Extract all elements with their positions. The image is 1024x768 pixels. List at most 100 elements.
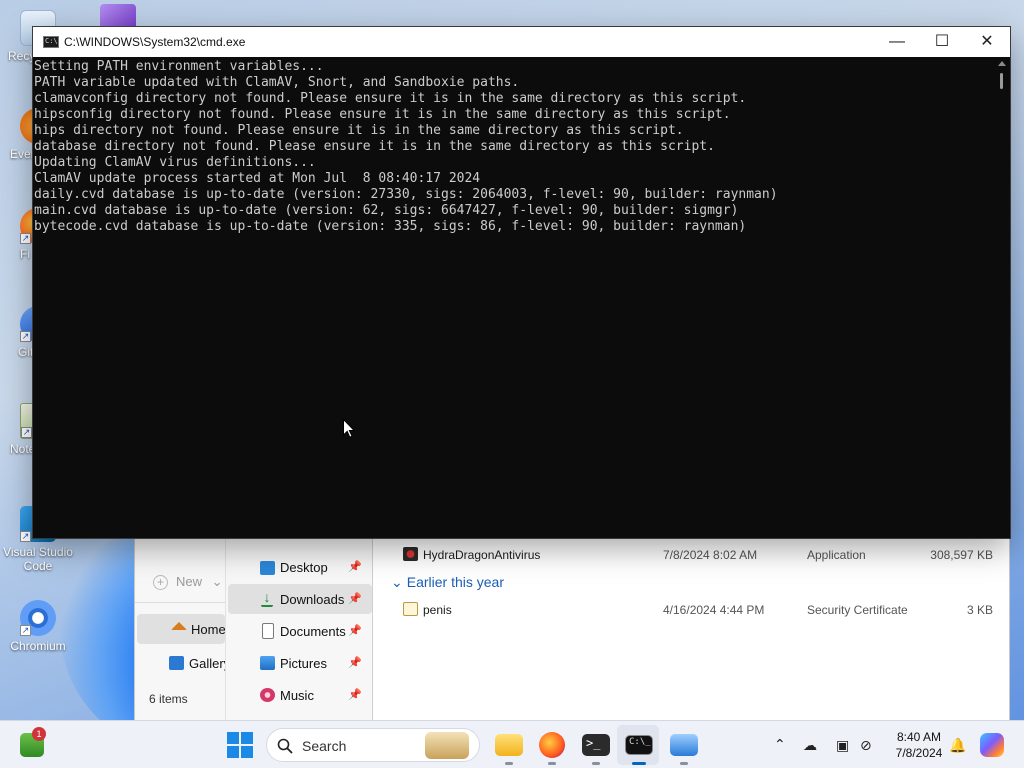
start-button[interactable] [227,732,253,758]
shortcut-arrow-icon: ↗ [20,625,31,636]
pin-icon[interactable]: 📌 [348,656,362,669]
clock-time: 8:40 AM [896,730,942,744]
pin-icon[interactable]: 📌 [348,688,362,701]
hydradragon-app-icon [403,547,418,561]
search-icon [277,738,293,754]
shortcut-arrow-icon: ↗ [20,331,31,342]
pin-icon[interactable]: 📌 [348,560,362,573]
running-indicator [505,762,513,765]
minimize-button[interactable]: — [874,27,920,57]
nav-item-downloads[interactable]: ↓ Downloads 📌 [228,584,372,614]
file-date: 4/16/2024 4:44 PM [663,603,765,617]
network-offline-icon[interactable]: ⊘ [860,737,872,754]
file-row[interactable]: penis 4/16/2024 4:44 PM Security Certifi… [373,597,1009,623]
notification-badge: 1 [32,727,46,741]
windows-logo-icon [227,732,253,758]
search-highlight-icon [425,732,469,759]
nav-item-label: Downloads [280,592,345,607]
console-line: Setting PATH environment variables... [34,59,324,74]
close-button[interactable]: ✕ [964,27,1010,57]
taskbar-cmd[interactable]: C:\_ [625,735,653,755]
taskbar-firefox[interactable] [539,732,565,758]
nav-item-label: Desktop [280,560,328,575]
new-button-label: New [176,574,203,589]
window-title: C:\WINDOWS\System32\cmd.exe [64,35,246,49]
clock[interactable]: 8:40 AM 7/8/2024 [886,730,952,760]
explorer-command-pane: + New ⌄ Home Gallery 6 items [135,538,230,721]
file-list: HydraDragonAntivirus 7/8/2024 8:02 AM Ap… [373,538,1009,721]
nav-item-home[interactable]: Home [137,614,226,644]
item-count: 6 items [149,692,188,706]
file-type: Security Certificate [807,603,908,617]
pin-icon[interactable]: 📌 [348,624,362,637]
cmd-window[interactable]: C:\ C:\WINDOWS\System32\cmd.exe — ☐ ✕ Se… [33,27,1010,538]
taskbar-search[interactable]: Search [266,728,480,762]
quick-access-pane: Desktop 📌 ↓ Downloads 📌 Documents 📌 Pict… [225,538,373,721]
document-icon [262,623,274,639]
console-line: hipsconfig directory not found. Please e… [34,107,731,122]
search-label: Search [302,738,347,754]
running-indicator [680,762,688,765]
mouse-cursor-icon [343,419,355,438]
running-indicator-active [632,762,646,765]
nav-item-label: Pictures [280,656,327,671]
console-line: ClamAV update process started at Mon Jul… [34,171,481,186]
tray-overflow-chevron-icon[interactable]: ⌃ [774,736,786,753]
console-line: main.cvd database is up-to-date (version… [34,203,739,218]
desktop-icon-label: Chromium [10,639,66,653]
file-explorer-window[interactable]: + New ⌄ Home Gallery 6 items Desktop 📌 ↓ … [134,537,1010,721]
console-line: database directory not found. Please ens… [34,139,715,154]
shortcut-arrow-icon: ↗ [21,427,32,438]
console-line: daily.cvd database is up-to-date (versio… [34,187,778,202]
pin-icon[interactable]: 📌 [348,592,362,605]
clock-date: 7/8/2024 [895,746,943,760]
nav-item-gallery[interactable]: Gallery [137,648,230,678]
notification-bell-icon[interactable]: 🔔 [949,737,966,754]
console-line: Updating ClamAV virus definitions... [34,155,316,170]
cmd-icon: C:\ [43,36,59,48]
nav-item-label: Home [191,622,226,637]
cloud-offline-icon[interactable]: ☁ [803,737,817,754]
taskbar-file-explorer[interactable] [495,734,523,756]
certificate-icon [403,602,418,616]
file-size: 3 KB [966,603,993,617]
divider [135,602,225,603]
file-name: HydraDragonAntivirus [423,548,541,562]
group-header[interactable]: ⌄ Earlier this year [391,574,504,591]
maximize-button[interactable]: ☐ [919,27,965,57]
music-icon [260,688,275,702]
shortcut-arrow-icon: ↗ [20,233,31,244]
nav-item-desktop[interactable]: Desktop 📌 [228,552,372,582]
nav-item-label: Documents [280,624,346,639]
file-size: 308,597 KB [930,548,993,562]
pictures-icon [260,656,275,670]
cmd-title-bar[interactable]: C:\ C:\WINDOWS\System32\cmd.exe — ☐ ✕ [33,27,1010,57]
scroll-up-arrow-icon[interactable] [998,61,1006,66]
file-row[interactable]: HydraDragonAntivirus 7/8/2024 8:02 AM Ap… [373,542,1009,568]
desktop-folder-icon [260,561,275,575]
taskbar-task-manager[interactable] [670,734,698,756]
file-type: Application [807,548,866,562]
desktop-icon-chromium[interactable]: ↗ Chromium [2,600,74,653]
console-line: hips directory not found. Please ensure … [34,123,684,138]
new-button[interactable]: + New ⌄ [153,574,223,590]
copilot-icon[interactable] [980,733,1004,757]
terminal-prompt-icon: >_ [586,736,601,750]
group-header-label: Earlier this year [406,574,504,590]
chevron-down-icon: ⌄ [391,574,403,590]
taskbar-terminal[interactable]: >_ [582,734,610,756]
console-output[interactable]: Setting PATH environment variables... PAT… [34,57,995,537]
nav-item-label: Music [280,688,314,703]
console-line: bytecode.cvd database is up-to-date (ver… [34,219,747,234]
nav-item-documents[interactable]: Documents 📌 [228,616,372,646]
file-name: penis [423,603,452,617]
nav-item-pictures[interactable]: Pictures 📌 [228,648,372,678]
scrollbar-thumb[interactable] [1000,73,1003,89]
desktop-icon-label: Visual Studio Code [3,545,73,573]
nav-item-music[interactable]: Music 📌 [228,680,372,710]
tray-app-icon[interactable]: ▣ [836,737,849,754]
scrollbar[interactable] [994,57,1010,538]
shortcut-arrow-icon: ↗ [20,531,31,542]
store-notification-icon[interactable]: 1 [20,727,46,757]
home-icon [171,622,187,630]
